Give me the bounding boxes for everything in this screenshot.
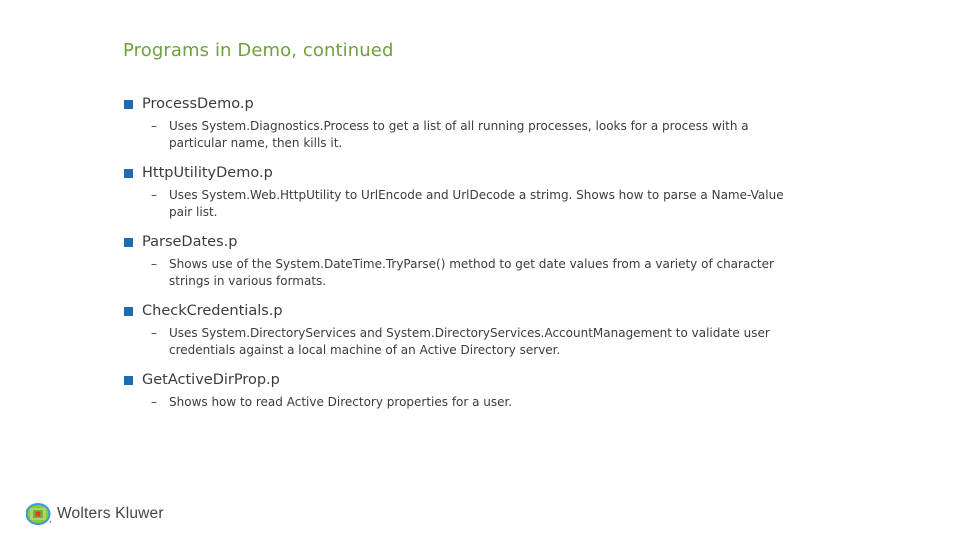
wolters-kluwer-globe-icon bbox=[26, 503, 52, 525]
dash-bullet-icon: – bbox=[151, 119, 157, 133]
dash-bullet-icon: – bbox=[151, 395, 157, 409]
square-bullet-icon bbox=[124, 99, 133, 109]
program-description: Uses System.Web.HttpUtility to UrlEncode… bbox=[169, 188, 784, 219]
program-name: ProcessDemo.p bbox=[142, 96, 254, 112]
slide-title: Programs in Demo, continued bbox=[123, 40, 394, 61]
square-bullet-icon bbox=[124, 375, 133, 385]
square-bullet-icon bbox=[124, 306, 133, 316]
program-description: Uses System.DirectoryServices and System… bbox=[169, 326, 770, 357]
list-item-processdemo: ProcessDemo.p – Uses System.Diagnostics.… bbox=[124, 93, 824, 152]
square-bullet-icon bbox=[124, 237, 133, 247]
bullet-list: ProcessDemo.p – Uses System.Diagnostics.… bbox=[124, 93, 824, 411]
dash-bullet-icon: – bbox=[151, 257, 157, 271]
program-description: Shows use of the System.DateTime.TryPars… bbox=[169, 257, 774, 288]
company-logo: Wolters Kluwer bbox=[26, 503, 164, 525]
program-name: ParseDates.p bbox=[142, 234, 238, 250]
list-item-getactivedirprop: GetActiveDirProp.p – Shows how to read A… bbox=[124, 369, 824, 411]
program-name: GetActiveDirProp.p bbox=[142, 372, 280, 388]
list-item-checkcredentials: CheckCredentials.p – Uses System.Directo… bbox=[124, 300, 824, 359]
dash-bullet-icon: – bbox=[151, 326, 157, 340]
program-description: Shows how to read Active Directory prope… bbox=[169, 395, 513, 409]
dash-bullet-icon: – bbox=[151, 188, 157, 202]
program-name: HttpUtilityDemo.p bbox=[142, 165, 273, 181]
logo-text: Wolters Kluwer bbox=[57, 505, 164, 522]
list-item-parsedates: ParseDates.p – Shows use of the System.D… bbox=[124, 231, 824, 290]
program-name: CheckCredentials.p bbox=[142, 303, 283, 319]
list-item-httputilitydemo: HttpUtilityDemo.p – Uses System.Web.Http… bbox=[124, 162, 824, 221]
square-bullet-icon bbox=[124, 168, 133, 178]
program-description: Uses System.Diagnostics.Process to get a… bbox=[169, 119, 749, 150]
